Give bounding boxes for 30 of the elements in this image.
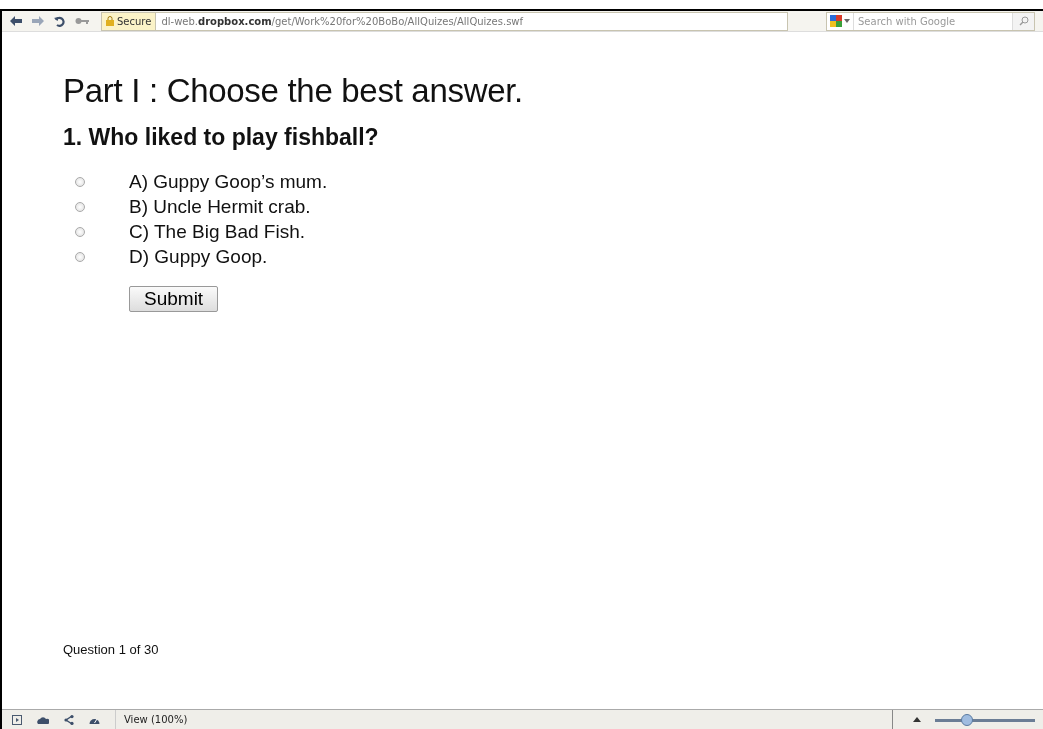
radio-button[interactable] [75, 226, 85, 237]
answer-option[interactable]: C) The Big Bad Fish. [129, 220, 305, 243]
reload-icon[interactable] [54, 15, 65, 27]
question-counter: Question 1 of 30 [63, 642, 159, 657]
dropdown-caret-icon[interactable] [844, 19, 850, 23]
search-box[interactable]: Search with Google [826, 11, 1035, 31]
search-button[interactable] [1012, 12, 1034, 30]
submit-button[interactable]: Submit [129, 286, 219, 312]
google-icon[interactable] [830, 15, 842, 27]
url-text: dl-web.dropbox.com/get/Work%20for%20BoBo/AllQuizes/AllQuizes.swf [160, 15, 524, 27]
forward-icon[interactable] [32, 16, 44, 26]
slider-thumb[interactable] [961, 713, 974, 726]
answer-option[interactable]: B) Uncle Hermit crab. [129, 195, 311, 218]
radio-button[interactable] [75, 251, 85, 262]
page-icon[interactable] [12, 714, 22, 725]
secure-text: Secure [117, 15, 152, 27]
up-arrow-icon[interactable] [913, 717, 921, 722]
cloud-icon[interactable] [37, 715, 49, 724]
answer-option[interactable]: A) Guppy Goop’s mum. [129, 170, 328, 193]
answer-option[interactable]: D) Guppy Goop. [129, 245, 268, 268]
key-icon[interactable] [75, 17, 89, 25]
question-text: 1. Who liked to play fishball? [63, 124, 380, 151]
section-heading: Part I : Choose the best answer. [63, 72, 524, 110]
lock-icon [106, 16, 114, 26]
search-icon [1018, 16, 1029, 26]
share-icon[interactable] [64, 714, 74, 725]
radio-button[interactable] [75, 201, 85, 212]
radio-button[interactable] [75, 176, 85, 187]
back-icon[interactable] [10, 16, 22, 26]
address-bar[interactable]: Secure dl-web.dropbox.com/get/Work%20for%20BoBo/AllQuizes/AllQuizes.swf [101, 11, 788, 31]
